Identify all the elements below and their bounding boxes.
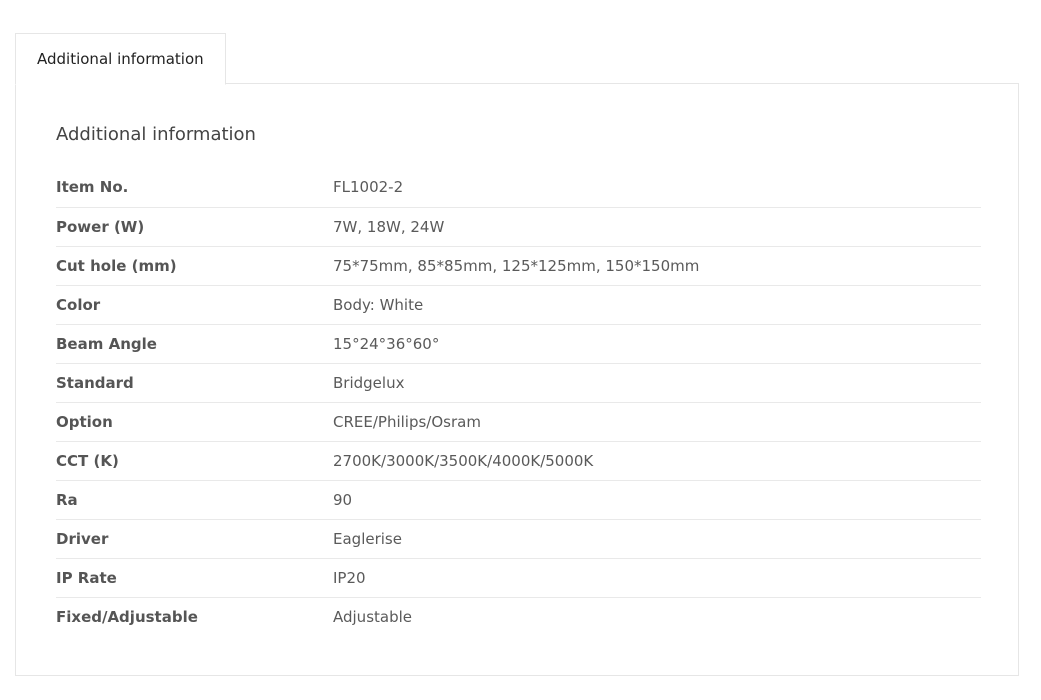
- attribute-label: Cut hole (mm): [56, 245, 333, 285]
- tab-additional-information[interactable]: Additional information: [15, 33, 226, 85]
- product-attributes-table: Item No. FL1002-2 Power (W) 7W, 18W, 24W…: [56, 168, 981, 636]
- attribute-label: Item No.: [56, 178, 129, 197]
- attribute-value: 90: [333, 479, 981, 519]
- attribute-value: 75*75mm, 85*85mm, 125*125mm, 150*150mm: [333, 245, 981, 285]
- attribute-value: 7W, 18W, 24W: [333, 206, 981, 246]
- attribute-value: Body: White: [333, 284, 981, 324]
- attribute-value: 15°24°36°60°: [333, 323, 981, 363]
- table-row: Color Body: White: [56, 284, 981, 324]
- attribute-value: Eaglerise: [333, 518, 981, 558]
- attribute-value: Bridgelux: [333, 362, 981, 402]
- attribute-label: Color: [56, 284, 333, 324]
- attribute-value: 2700K/3000K/3500K/4000K/5000K: [333, 440, 981, 480]
- attribute-label: Ra: [56, 479, 333, 519]
- attribute-label: Option: [56, 401, 333, 441]
- attribute-label: Fixed/Adjustable: [56, 596, 333, 636]
- table-row: CCT (K) 2700K/3000K/3500K/4000K/5000K: [56, 440, 981, 480]
- table-row: Standard Bridgelux: [56, 362, 981, 402]
- table-row: Beam Angle 15°24°36°60°: [56, 323, 981, 363]
- table-row: Option CREE/Philips/Osram: [56, 401, 981, 441]
- attribute-label: Standard: [56, 362, 333, 402]
- attribute-value: Adjustable: [333, 596, 981, 636]
- attribute-value: FL1002-2: [333, 178, 404, 197]
- table-row: IP Rate IP20: [56, 557, 981, 597]
- tab-panel-additional-information: Additional information Item No. FL1002-2…: [15, 83, 1019, 676]
- table-row: Fixed/Adjustable Adjustable: [56, 596, 981, 636]
- tab-bar: Additional information: [15, 33, 226, 85]
- attribute-value: IP20: [333, 557, 981, 597]
- attribute-value: CREE/Philips/Osram: [333, 401, 981, 441]
- table-row: Cut hole (mm) 75*75mm, 85*85mm, 125*125m…: [56, 245, 981, 285]
- attribute-label: IP Rate: [56, 557, 333, 597]
- attribute-label: CCT (K): [56, 440, 333, 480]
- panel-title: Additional information: [56, 124, 256, 145]
- table-row: Driver Eaglerise: [56, 518, 981, 558]
- attribute-label: Driver: [56, 518, 333, 558]
- tab-label: Additional information: [37, 50, 204, 68]
- attribute-label: Power (W): [56, 206, 333, 246]
- attribute-label: Beam Angle: [56, 323, 333, 363]
- table-row: Item No. FL1002-2: [56, 168, 981, 207]
- table-row: Ra 90: [56, 479, 981, 519]
- table-row: Power (W) 7W, 18W, 24W: [56, 206, 981, 246]
